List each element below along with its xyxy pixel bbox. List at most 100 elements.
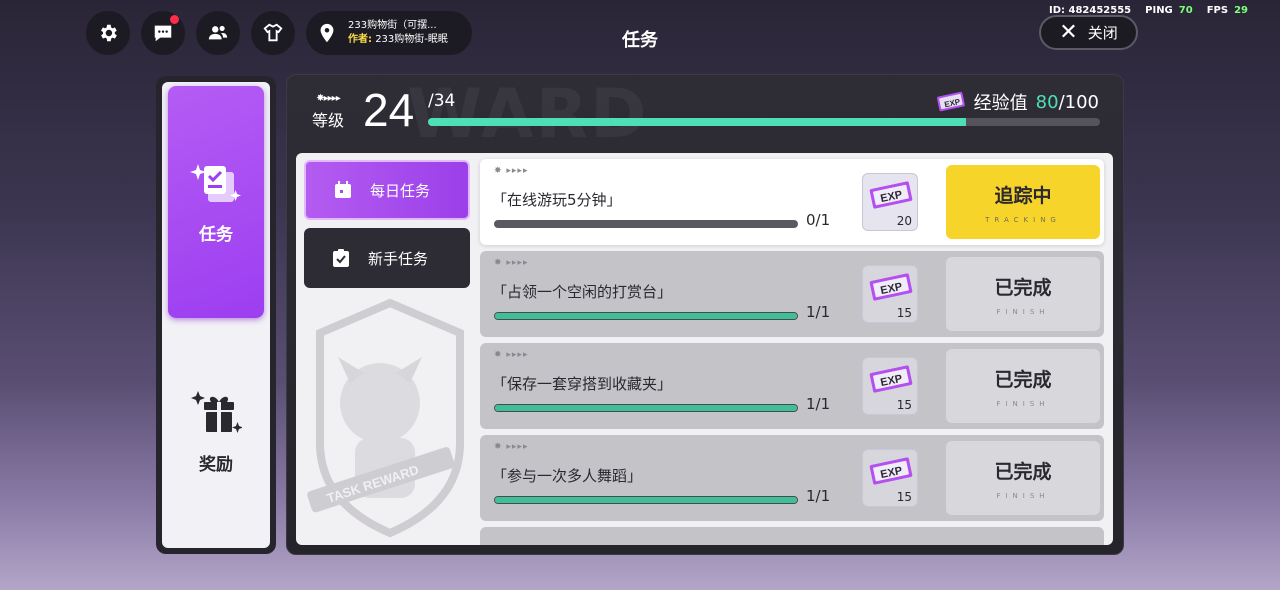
completed-button[interactable]: 已完成 FINISH	[946, 441, 1100, 515]
level-block: ✸▸▸▸▸ 等级	[305, 93, 351, 131]
task-card[interactable]: ✸ ▸▸▸▸ 「参与一次多人舞蹈」 1/1 EXP 15 已完成 FINISH	[480, 435, 1104, 521]
completed-button[interactable]: 已完成 FINISH	[946, 257, 1100, 331]
task-count: 1/1	[806, 487, 831, 505]
location-icon	[320, 23, 334, 43]
task-progress-bar	[494, 496, 798, 504]
world-info-chip[interactable]: 233购物街（可摆... 作者: 233购物街-眠眠	[306, 11, 472, 55]
nav-tab-task[interactable]: 任务	[168, 86, 264, 318]
friends-icon	[208, 25, 228, 40]
fps-label: FPS	[1206, 5, 1229, 16]
tracking-button[interactable]: 追踪中 TRACKING	[946, 165, 1100, 239]
chat-icon	[154, 25, 172, 42]
task-progress-fill	[495, 405, 797, 411]
nav-task-label: 任务	[199, 224, 233, 245]
friends-button[interactable]	[196, 11, 240, 55]
status-sub-label: FINISH	[996, 491, 1050, 500]
exp-ticket-icon: EXP	[869, 365, 913, 393]
exp-ticket-icon: EXP	[869, 181, 913, 209]
status-label: 已完成	[994, 460, 1052, 483]
author-label: 作者:	[348, 34, 372, 45]
outfit-icon	[263, 23, 283, 42]
task-card[interactable]: ✸ ▸▸▸▸ 「保存一套穿搭到收藏夹」 1/1 EXP 15 已完成 FINIS…	[480, 343, 1104, 429]
level-progress-bar	[428, 118, 1100, 126]
exp-current: 80	[1035, 91, 1059, 113]
task-card[interactable]: ✸ ▸▸▸▸ 「占领一个空闲的打赏台」 1/1 EXP 15 已完成 FINIS…	[480, 251, 1104, 337]
exp-max: /100	[1058, 91, 1099, 113]
level-label: 等级	[311, 111, 344, 130]
notification-dot	[170, 15, 179, 24]
exp-ticket-icon: EXP	[869, 273, 913, 301]
world-name: 233购物街（可摆...	[348, 20, 437, 31]
exp-reward: EXP 15	[862, 357, 918, 415]
exp-label: 经验值	[973, 93, 1028, 114]
task-stars: ✸ ▸▸▸▸	[494, 350, 529, 360]
mascot-watermark: TASK REWARD	[307, 298, 464, 538]
settings-button[interactable]	[86, 11, 130, 55]
chat-button[interactable]	[141, 11, 185, 55]
top-toolbar: 233购物街（可摆... 作者: 233购物街-眠眠	[86, 11, 472, 55]
reward-watermark: WARD	[407, 75, 649, 154]
level-progress-fill	[428, 118, 966, 126]
exp-ticket-icon: EXP	[869, 457, 913, 485]
tab-novice-label: 新手任务	[368, 249, 429, 268]
exp-amount: 20	[896, 214, 912, 228]
author-name: 233购物街-眠眠	[375, 34, 448, 45]
status-sub-label: FINISH	[996, 307, 1050, 316]
close-icon: ✕	[1059, 19, 1078, 45]
task-count: 0/1	[806, 211, 831, 229]
task-content: TASK REWARD 每日任务 新手任务 ✸ ▸▸▸▸ 「在线游玩5分钟」 0…	[296, 153, 1113, 545]
task-count: 1/1	[806, 303, 831, 321]
exp-reward: EXP 20	[862, 173, 918, 231]
exp-amount: 15	[896, 398, 912, 412]
outfit-button[interactable]	[251, 11, 295, 55]
task-clipboard-icon	[190, 160, 242, 210]
status-sub-label: TRACKING	[985, 215, 1061, 224]
fps-value: 29	[1234, 5, 1248, 16]
exp-ticket-icon: EXP	[936, 91, 965, 112]
exp-reward: EXP 15	[862, 265, 918, 323]
task-title: 「参与一次多人舞蹈」	[492, 467, 643, 485]
level-max: /34	[428, 91, 456, 111]
task-title: 「在线游玩5分钟」	[492, 191, 622, 209]
task-progress-bar	[494, 404, 798, 412]
task-progress-fill	[495, 313, 797, 319]
clipboard-check-icon	[333, 249, 349, 267]
exp-amount: 15	[896, 306, 912, 320]
level-stars: ✸▸▸▸▸	[316, 93, 340, 104]
task-stars: ✸ ▸▸▸▸	[494, 442, 529, 452]
calendar-icon	[335, 181, 351, 198]
task-stars: ✸ ▸▸▸▸	[494, 258, 529, 268]
nav-tab-reward[interactable]: 奖励	[168, 382, 264, 482]
exp-header: EXP 经验值 80/100	[936, 89, 1099, 115]
status-sub-label: FINISH	[996, 399, 1050, 408]
level-number: 24	[363, 84, 415, 136]
gear-icon	[101, 24, 117, 42]
status-label: 已完成	[994, 276, 1052, 299]
task-progress-bar	[494, 220, 798, 228]
ping-value: 70	[1178, 5, 1193, 16]
task-card[interactable]: ✸ ▸▸▸▸ 「在线游玩5分钟」 0/1 EXP 20 追踪中 TRACKING	[480, 159, 1104, 245]
side-nav: 任务 奖励	[156, 76, 276, 554]
task-panel: WARD ✸▸▸▸▸ 等级 24 /34 EXP 经验值 80/100 TASK…	[286, 74, 1124, 555]
tab-daily-tasks[interactable]: 每日任务	[304, 160, 470, 220]
gift-icon	[190, 390, 243, 440]
task-title: 「占领一个空闲的打赏台」	[492, 283, 673, 301]
status-label: 已完成	[994, 368, 1052, 391]
close-button[interactable]: ✕ 关闭	[1039, 15, 1138, 50]
page-title: 任务	[622, 30, 658, 51]
task-stars: ✸ ▸▸▸▸	[494, 166, 529, 176]
close-label: 关闭	[1087, 24, 1118, 42]
status-label: 追踪中	[994, 184, 1052, 207]
nav-reward-label: 奖励	[199, 454, 233, 475]
exp-reward: EXP 15	[862, 449, 918, 507]
task-progress-bar	[494, 312, 798, 320]
tab-novice-tasks[interactable]: 新手任务	[304, 228, 470, 288]
tab-daily-label: 每日任务	[370, 181, 431, 200]
task-progress-fill	[495, 497, 797, 503]
task-count: 1/1	[806, 395, 831, 413]
ping-label: PING	[1145, 5, 1173, 16]
task-card-partial[interactable]	[480, 527, 1104, 545]
exp-amount: 15	[896, 490, 912, 504]
task-title: 「保存一套穿搭到收藏夹」	[492, 375, 673, 393]
completed-button[interactable]: 已完成 FINISH	[946, 349, 1100, 423]
